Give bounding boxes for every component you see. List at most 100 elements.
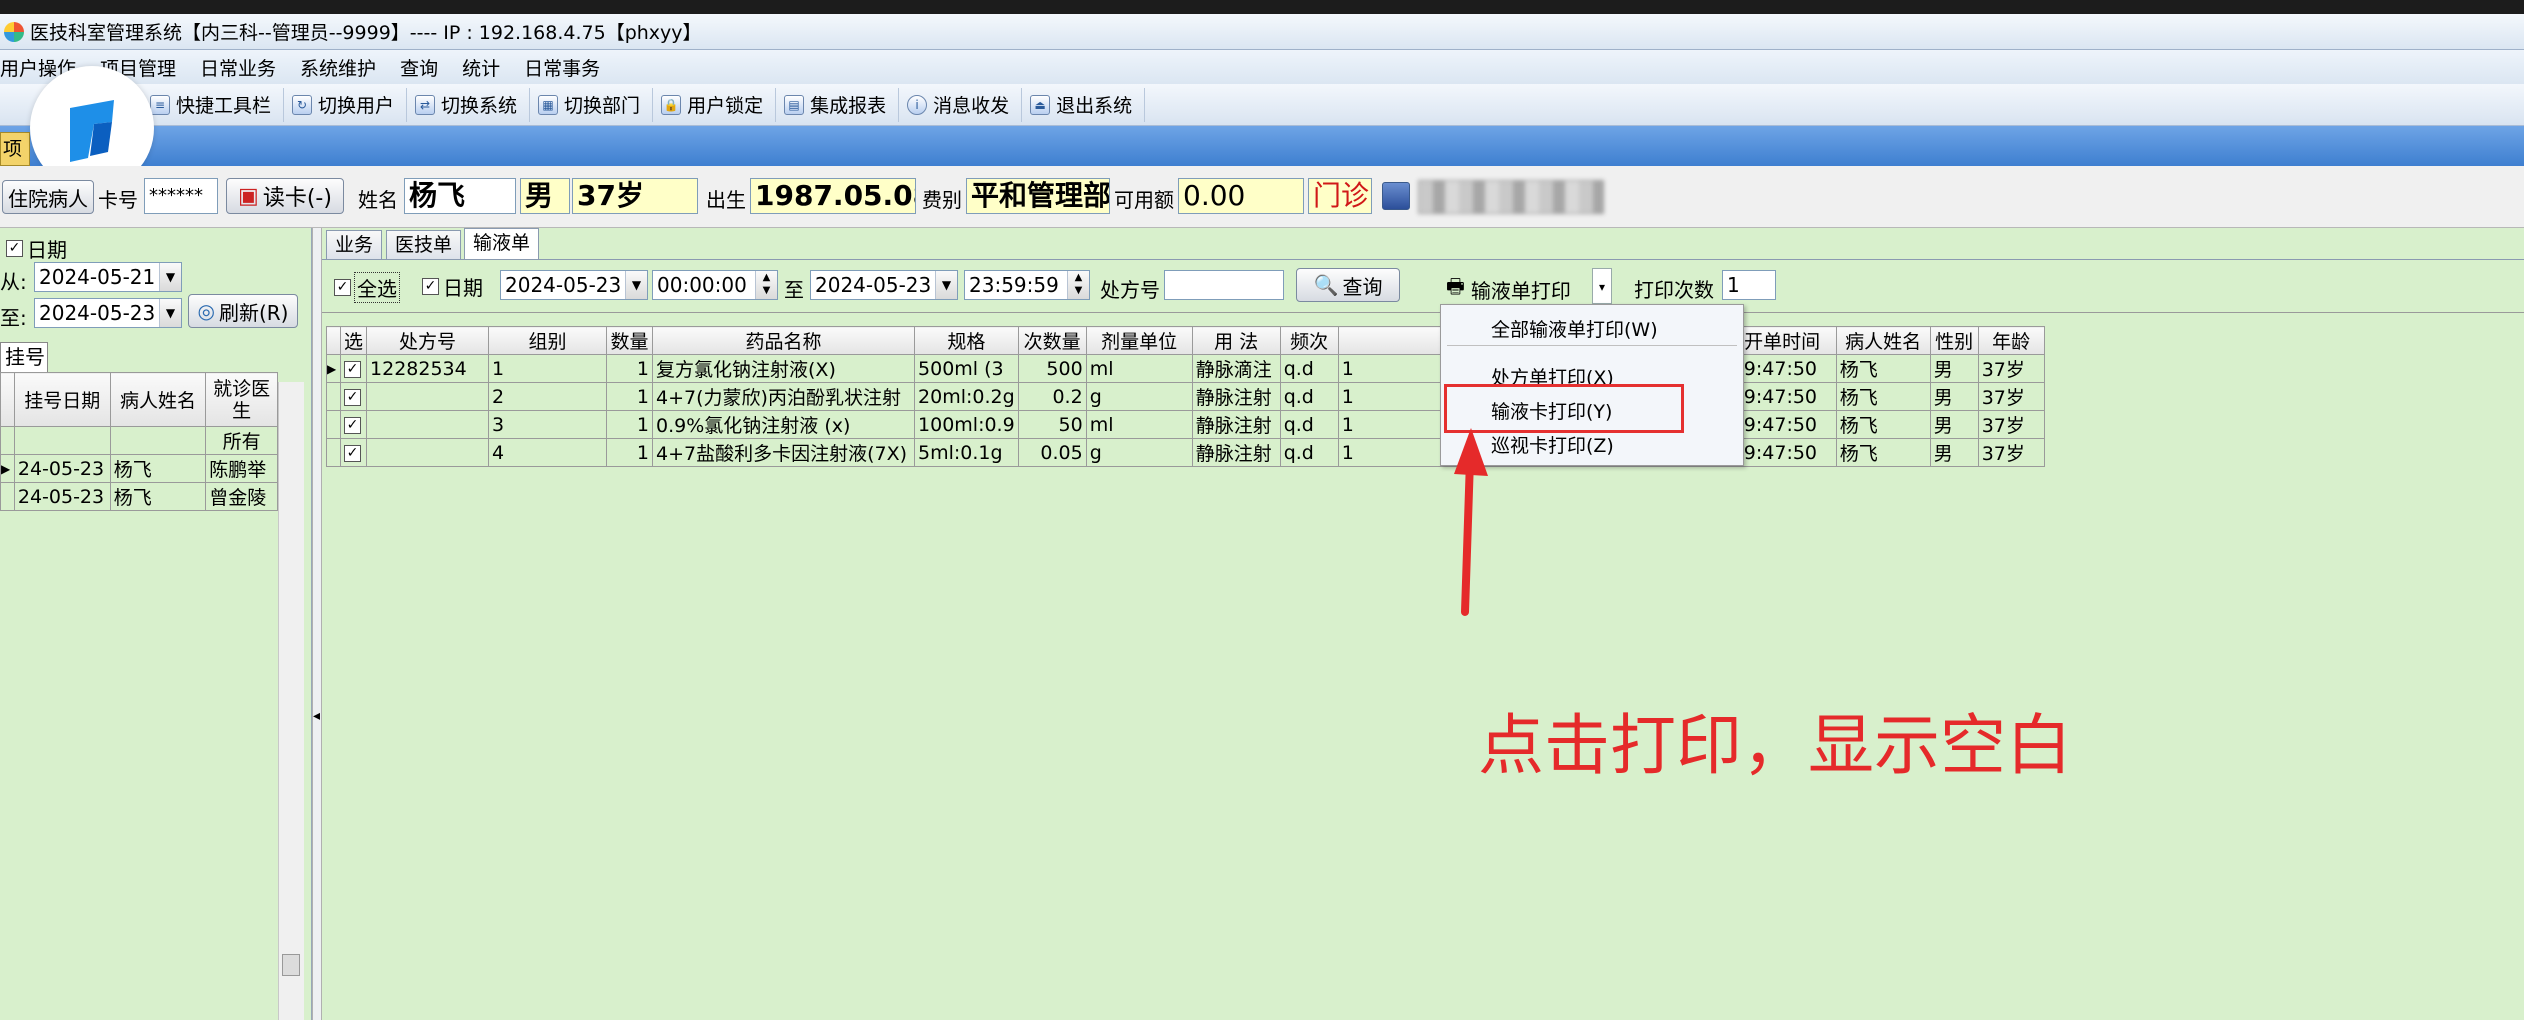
left-to-date[interactable]: 2024-05-23 ▼ xyxy=(34,298,182,328)
dropdown-arrow-icon[interactable]: ▼ xyxy=(159,263,181,291)
toolbar-lock-user[interactable]: 🔒 用户锁定 xyxy=(653,87,777,122)
patient-name-field[interactable]: 杨飞 xyxy=(404,178,516,214)
scroll-thumb[interactable] xyxy=(282,954,300,976)
balance-field[interactable]: 0.00 xyxy=(1178,178,1304,214)
card-number-field[interactable]: ****** xyxy=(144,178,218,214)
mdi-tab-project[interactable]: 项目 xyxy=(0,132,30,166)
spinner-icon[interactable]: ▲ ▼ xyxy=(1067,271,1089,299)
infusion-grid: 选 处方号 组别 数量 药品名称 规格 次数量 剂量单位 用 法 频次 用药时间… xyxy=(326,326,2045,467)
col-patient-name[interactable]: 病人姓名 xyxy=(1835,326,1931,355)
fee-type-field[interactable]: 平和管理部 xyxy=(966,178,1110,214)
col-select[interactable]: 选 xyxy=(339,326,368,355)
col-spec[interactable]: 规格 xyxy=(914,326,1019,355)
col-reg-date[interactable]: 挂号日期 xyxy=(13,372,111,427)
tab-business[interactable]: 业务 xyxy=(326,230,383,260)
col-dose-unit[interactable]: 剂量单位 xyxy=(1085,326,1193,355)
col-rx-number[interactable]: 处方号 xyxy=(366,326,490,355)
menu-separator xyxy=(1447,345,1737,346)
tab-underline xyxy=(322,259,2524,260)
select-all-checkbox[interactable]: ✓ 全选 xyxy=(334,272,400,303)
filter-to-date[interactable]: 2024-05-23 ▼ xyxy=(810,270,958,300)
table-row[interactable]: ✓ 2 1 4+7(力蒙欣)丙泊酚乳状注射 20ml:0.2g 0.2 g 静脉… xyxy=(326,382,2045,411)
table-row[interactable]: 24-05-23 杨飞 曾金陵 xyxy=(0,482,278,511)
table-row[interactable]: ▶ ✓ 12282534 1 1 复方氯化钠注射液(X) 500ml (3 50… xyxy=(326,354,2045,383)
filter-from-date[interactable]: 2024-05-23 ▼ xyxy=(500,270,648,300)
lock-icon: 🔒 xyxy=(661,94,682,115)
left-date-checkbox[interactable]: ✓ 日期 xyxy=(6,234,67,263)
filter-from-time[interactable]: 00:00:00 ▲ ▼ xyxy=(652,270,778,300)
toolbar: ≡ 快捷工具栏 ↻ 切换用户 ⇄ 切换系统 ▦ 切换部门 🔒 用户锁定 ▤ 集成报表 i 消息… xyxy=(0,84,2524,126)
col-patient-name[interactable]: 病人姓名 xyxy=(109,372,207,427)
col-doctor[interactable]: 就诊医生 xyxy=(205,372,278,427)
print-count-input[interactable]: 1 xyxy=(1722,270,1776,300)
menu-system-maintenance[interactable]: 系统维护 xyxy=(300,54,392,81)
blurred-info xyxy=(1418,180,1604,214)
menu-item-print-patrol-card[interactable]: 巡视卡打印(Z) xyxy=(1491,431,1614,458)
rx-number-input[interactable] xyxy=(1164,270,1284,300)
table-row[interactable]: 所有 xyxy=(0,426,278,455)
left-vertical-scrollbar[interactable] xyxy=(278,382,304,1020)
table-row[interactable]: ✓ 4 1 4+7盐酸利多卡因注射液(7X) 5ml:0.1g 0.05 g 静… xyxy=(326,438,2045,467)
toolbar-switch-user[interactable]: ↻ 切换用户 xyxy=(284,87,408,122)
birth-date-field[interactable]: 1987.05.08 xyxy=(750,178,916,214)
table-row[interactable]: ✓ 3 1 0.9%氯化钠注射液 (x) 100ml:0.9 50 ml 静脉注… xyxy=(326,410,2045,439)
screen-top-edge xyxy=(0,0,2524,14)
menu-daily-affairs[interactable]: 日常事务 xyxy=(524,54,616,81)
col-usage[interactable]: 用 法 xyxy=(1191,326,1281,355)
window-title: 医技科室管理系统【内三科--管理员--9999】---- IP : 192.16… xyxy=(30,22,702,44)
toolbar-reports[interactable]: ▤ 集成报表 xyxy=(776,87,900,122)
tab-medtech-order[interactable]: 医技单 xyxy=(386,230,462,260)
query-button[interactable]: 🔍 查询 xyxy=(1296,268,1400,302)
rx-label: 处方号 xyxy=(1100,278,1160,302)
visit-type-field[interactable]: 门诊 xyxy=(1308,178,1372,214)
menu-query[interactable]: 查询 xyxy=(400,54,454,81)
dropdown-arrow-icon[interactable]: ▼ xyxy=(935,271,957,299)
dropdown-arrow-icon[interactable]: ▼ xyxy=(625,271,647,299)
collapse-arrow-icon[interactable]: ◂ xyxy=(313,708,320,724)
checkbox-checked-icon: ✓ xyxy=(344,388,361,406)
spinner-icon[interactable]: ▲ ▼ xyxy=(755,271,777,299)
menu-bar: 用户操作 项目管理 日常业务 系统维护 查询 统计 日常事务 xyxy=(0,50,2524,84)
col-frequency[interactable]: 频次 xyxy=(1279,326,1339,355)
filter-separator xyxy=(322,312,2524,313)
to-label: 至 xyxy=(784,278,804,302)
menu-statistics[interactable]: 统计 xyxy=(462,54,516,81)
patient-type-button[interactable]: 住院病人 xyxy=(2,180,94,214)
age-field[interactable]: 37岁 xyxy=(572,178,698,214)
refresh-button[interactable]: ◎ 刷新(R) xyxy=(188,294,298,328)
col-dose[interactable]: 次数量 xyxy=(1017,326,1087,355)
menu-daily-business[interactable]: 日常业务 xyxy=(200,54,292,81)
toolbar-switch-dept[interactable]: ▦ 切换部门 xyxy=(530,87,654,122)
infusion-print-button[interactable]: 🖶 输液单打印 xyxy=(1446,272,1571,306)
print-dropdown-arrow[interactable]: ▾ xyxy=(1592,268,1612,304)
dropdown-arrow-icon[interactable]: ▼ xyxy=(159,299,181,327)
disk-icon[interactable] xyxy=(1382,182,1410,210)
tab-infusion-order[interactable]: 输液单 xyxy=(464,228,540,260)
registration-tab[interactable]: 挂号 xyxy=(0,342,48,372)
filter-to-time[interactable]: 23:59:59 ▲ ▼ xyxy=(964,270,1090,300)
panel-splitter[interactable]: ◂ xyxy=(312,228,322,1020)
menu-item-print-all-infusion[interactable]: 全部输液单打印(W) xyxy=(1491,315,1658,342)
toolbar-switch-system[interactable]: ⇄ 切换系统 xyxy=(407,87,531,122)
toolbar-exit[interactable]: ⏏ 退出系统 xyxy=(1022,87,1146,122)
read-card-button[interactable]: ▣ 读卡(-) xyxy=(226,178,344,214)
annotation-text: 点击打印，显示空白 xyxy=(1478,707,2072,784)
col-qty[interactable]: 数量 xyxy=(606,326,654,355)
switch-dept-icon: ▦ xyxy=(538,94,559,115)
switch-user-icon: ↻ xyxy=(292,94,313,115)
col-group[interactable]: 组别 xyxy=(488,326,608,355)
col-drug-name[interactable]: 药品名称 xyxy=(652,326,916,355)
col-sex[interactable]: 性别 xyxy=(1929,326,1979,355)
info-icon: i xyxy=(907,94,928,115)
col-age[interactable]: 年龄 xyxy=(1977,326,2045,355)
gender-field[interactable]: 男 xyxy=(520,178,570,214)
col-order-time[interactable]: 开单时间 xyxy=(1727,326,1837,355)
name-label: 姓名 xyxy=(358,188,398,212)
checkbox-checked-icon: ✓ xyxy=(334,279,351,296)
left-from-date[interactable]: 2024-05-21 ▼ xyxy=(34,262,182,292)
filter-date-checkbox[interactable]: ✓ 日期 xyxy=(422,272,483,301)
toolbar-messages[interactable]: i 消息收发 xyxy=(899,87,1023,122)
card-label: 卡号 xyxy=(98,188,138,212)
fee-type-label: 费别 xyxy=(922,188,962,212)
table-row[interactable]: ▶ 24-05-23 杨飞 陈鹏举 xyxy=(0,454,278,483)
